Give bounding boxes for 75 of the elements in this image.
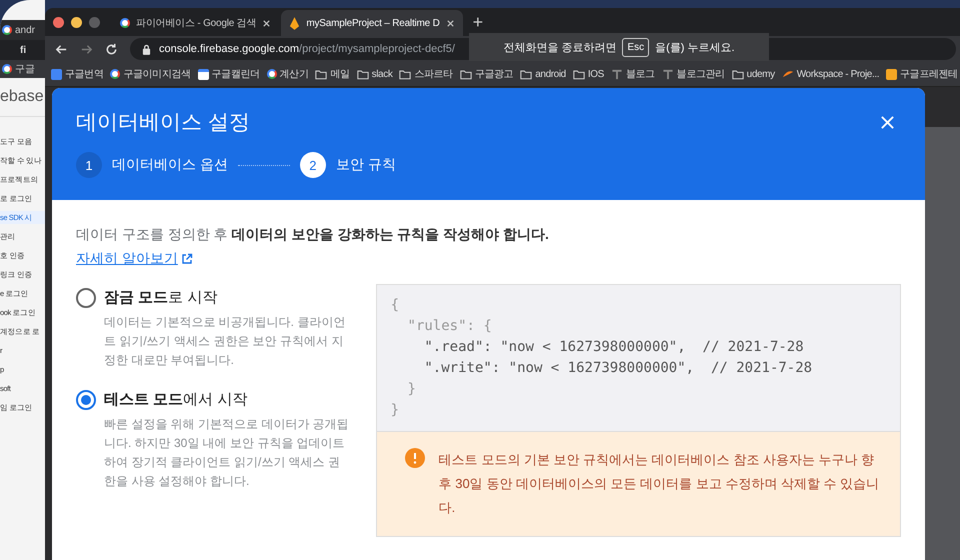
learn-more-link[interactable]: 자세히 알아보기 (76, 250, 193, 268)
external-link-icon (180, 253, 193, 265)
code-line: "rules": { (406, 317, 493, 336)
code-line: { (390, 296, 400, 315)
folder-icon (572, 68, 585, 80)
folder-icon (460, 68, 472, 80)
folder-icon (732, 68, 744, 80)
bookmark[interactable]: 구글프레젠테 (886, 67, 958, 81)
flame-icon (289, 16, 300, 30)
zoom-dot-icon[interactable] (89, 16, 100, 28)
flame-icon (782, 68, 794, 80)
close-icon[interactable] (446, 18, 455, 28)
url-text: console.firebase.google.com/project/mysampleproject-decf5/ (159, 43, 455, 55)
bookmark[interactable]: android (520, 68, 566, 80)
bookmark[interactable]: 구글광고 (460, 67, 514, 81)
back-arrow-icon[interactable] (55, 42, 68, 56)
radio-button[interactable] (76, 288, 96, 308)
bookmark[interactable]: 구글 (0, 60, 45, 78)
esc-key: Esc (622, 38, 650, 56)
code-line: ".write": "now < 1627398000000", // 2021-7-28 (423, 359, 814, 378)
notice-text: 전체화면을 종료하려면 (503, 40, 616, 54)
minimize-dot-icon[interactable] (71, 16, 82, 28)
folder-icon (315, 68, 328, 80)
radio-button[interactable] (76, 390, 96, 410)
code-line: } (390, 401, 400, 420)
reload-icon[interactable] (105, 42, 118, 56)
close-icon[interactable] (262, 18, 272, 28)
folder-icon (520, 68, 532, 80)
option-title: 테스트 모드에서 시작 (104, 390, 248, 409)
bookmark[interactable]: 블로그관리 (662, 67, 725, 81)
option-description: 빠른 설정을 위해 기본적으로 데이터가 공개됩니다. 하지만 30일 내에 보안 규칙을 업데이트하여 장기적 클라이언트 읽기/쓰기 액세스 권한을 사용 설정해야 합니다. (104, 416, 350, 490)
folder-icon (399, 68, 412, 80)
bookmark[interactable]: 블로그 (610, 67, 655, 81)
option-description: 데이터는 기본적으로 비공개됩니다. 클라이언트 읽기/쓰기 액세스 권한은 보안 규칙에서 지정한 대로만 부여됩니다. (104, 314, 346, 369)
google-icon (110, 69, 120, 79)
calendar-icon (198, 68, 209, 80)
step-label: 데이터베이스 옵션 (112, 156, 228, 174)
google-icon (2, 25, 12, 35)
warning-text: 테스트 모드의 기본 보안 규칙에서는 데이터베이스 참조 사용자는 누구나 향후 30일 동안 데이터베이스의 모든 데이터를 보고 수정하며 삭제할 수 있습니다. (438, 451, 880, 517)
bookmark[interactable]: slack (356, 68, 392, 80)
notice-text: 을(를) 누르세요. (655, 40, 735, 54)
bookmark[interactable]: IOS (572, 68, 604, 80)
t-logo-icon (610, 68, 623, 80)
google-icon (266, 69, 277, 79)
bookmark[interactable]: Workspace - Proje... (782, 68, 880, 80)
browser-tab[interactable]: 파이어베이스 - Google 검색 (112, 10, 280, 36)
bookmark[interactable]: 구글이미지검색 (110, 67, 191, 81)
bookmark[interactable]: udemy (732, 68, 775, 80)
code-line: ".read": "now < 1627398000000", // 2021-7-28 (423, 338, 805, 357)
option-title: 잠금 모드로 시작 (104, 288, 218, 307)
step-number: 2 (300, 152, 326, 178)
close-dot-icon[interactable] (53, 16, 64, 28)
bookmark[interactable]: 메일 (315, 67, 350, 81)
warning-icon (404, 448, 425, 468)
step-label: 보안 규칙 (336, 156, 396, 174)
t-logo-icon (662, 68, 674, 80)
browser-tab[interactable]: andr (0, 20, 45, 40)
step-number: 1 (76, 152, 102, 178)
dialog-title: 데이터베이스 설정 (76, 110, 250, 136)
intro-text: 데이터 구조를 정의한 후 데이터의 보안을 강화하는 규칙을 작성해야 합니다. (76, 226, 550, 244)
bookmark[interactable]: 구글번역 (51, 67, 104, 81)
bookmark[interactable]: 스파르타 (399, 67, 453, 81)
folder-icon (356, 68, 369, 80)
address-bar[interactable]: fi (0, 40, 45, 60)
slides-icon (886, 68, 898, 80)
forward-arrow-icon[interactable] (80, 42, 93, 56)
bookmark[interactable]: 계산기 (266, 67, 308, 81)
translate-icon (51, 68, 62, 80)
google-icon (120, 18, 130, 28)
lock-icon (142, 44, 151, 54)
bookmark[interactable]: 구글캘린더 (198, 67, 260, 81)
code-line: } (406, 380, 417, 399)
new-tab-button[interactable]: + (472, 12, 484, 32)
browser-tab[interactable]: mySampleProject – Realtime D (281, 10, 463, 36)
google-icon (2, 64, 12, 74)
